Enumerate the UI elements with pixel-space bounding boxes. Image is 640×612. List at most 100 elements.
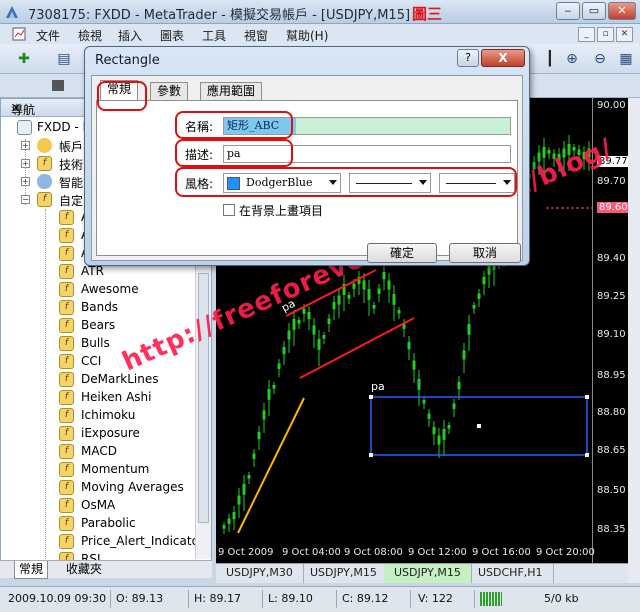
candle-body bbox=[457, 382, 461, 390]
indicator-icon: f bbox=[59, 462, 74, 477]
candle-body bbox=[482, 277, 486, 285]
tree-item-label: Bears bbox=[81, 318, 116, 332]
rectangle-annotation: pa bbox=[371, 380, 385, 393]
candle-body bbox=[542, 147, 546, 158]
price-label: 88.50 bbox=[597, 485, 626, 496]
close-window-button[interactable]: ✕ bbox=[608, 2, 636, 20]
tree-item-custom-indicator[interactable]: f MACD bbox=[1, 443, 193, 461]
mdi-restore-button[interactable]: ▫ bbox=[597, 27, 614, 42]
tree-item-custom-indicator[interactable]: f Moving Averages bbox=[1, 479, 193, 497]
candle-body bbox=[387, 280, 391, 290]
maximize-button[interactable]: ▭ bbox=[582, 2, 606, 20]
menu-view[interactable]: 檢視 bbox=[78, 27, 102, 44]
price-label: 88.35 bbox=[597, 524, 626, 535]
price-label: 88.95 bbox=[597, 370, 626, 381]
tree-item-custom-indicator[interactable]: f Heiken Ashi bbox=[1, 389, 193, 407]
candle-body bbox=[247, 475, 251, 479]
minimize-button[interactable]: ‒ bbox=[556, 2, 580, 20]
cancel-button[interactable]: 取消 bbox=[449, 243, 521, 263]
color-select[interactable]: DodgerBlue bbox=[223, 173, 341, 193]
menu-insert[interactable]: 插入 bbox=[118, 27, 142, 44]
mdi-close-button[interactable]: ✕ bbox=[616, 27, 633, 42]
menu-charts[interactable]: 圖表 bbox=[160, 27, 184, 44]
tree-item-custom-indicator[interactable]: f OsMA bbox=[1, 497, 193, 515]
draw-background-checkbox[interactable] bbox=[223, 204, 235, 216]
navigator-scrollbar[interactable] bbox=[195, 259, 211, 559]
tree-item-label: MACD bbox=[81, 444, 117, 458]
zoom-in-icon[interactable]: ⊕ bbox=[562, 49, 582, 69]
candle-body bbox=[297, 320, 301, 324]
candle-body bbox=[487, 265, 491, 275]
dialog-tab-visualization[interactable]: 應用範圍 bbox=[200, 82, 263, 100]
indicator-icon: f bbox=[59, 372, 74, 387]
chart-tab[interactable]: USDCHF,H1 bbox=[468, 564, 554, 583]
tree-item-label: Parabolic bbox=[81, 516, 136, 530]
description-input[interactable]: pa bbox=[223, 145, 511, 163]
custom-indicators-icon: f bbox=[37, 192, 52, 207]
tree-item-label: DeMarkLines bbox=[81, 372, 159, 386]
time-label: 9 Oct 12:00 bbox=[408, 547, 467, 558]
chart-tab-active[interactable]: USDJPY,M15 bbox=[384, 564, 472, 583]
menu-tools[interactable]: 工具 bbox=[202, 27, 226, 44]
tab-favorites[interactable]: 收藏夾 bbox=[62, 561, 106, 579]
menu-window[interactable]: 視窗 bbox=[244, 27, 268, 44]
tree-item-custom-indicator[interactable]: f DeMarkLines bbox=[1, 371, 193, 389]
collapse-icon[interactable]: − bbox=[21, 195, 30, 204]
candle-body bbox=[222, 525, 226, 529]
dialog-title: Rectangle bbox=[95, 53, 160, 68]
expert-advisors-icon bbox=[37, 174, 52, 189]
candle-body bbox=[292, 319, 296, 330]
tree-item-custom-indicator[interactable]: f Parabolic bbox=[1, 515, 193, 533]
line-width-select[interactable] bbox=[439, 173, 515, 193]
tree-item-label: Moving Averages bbox=[81, 480, 184, 494]
expand-icon[interactable]: + bbox=[21, 159, 30, 168]
indicators-icon: f bbox=[37, 156, 52, 171]
tab-common[interactable]: 常規 bbox=[14, 561, 49, 579]
dialog-tab-common[interactable]: 常規 bbox=[100, 80, 139, 101]
tree-item-custom-indicator[interactable]: f iExposure bbox=[1, 425, 193, 443]
candle-body bbox=[227, 518, 231, 524]
candle-body bbox=[377, 288, 381, 294]
stop-icon[interactable] bbox=[52, 80, 64, 91]
candle-body bbox=[277, 363, 281, 369]
time-label: 9 Oct 08:00 bbox=[344, 547, 403, 558]
price-label: 88.65 bbox=[597, 445, 626, 456]
tree-item-custom-indicator[interactable]: f Ichimoku bbox=[1, 407, 193, 425]
candle-body bbox=[412, 360, 416, 370]
tree-item-custom-indicator[interactable]: f Price_Alert_Indicator bbox=[1, 533, 204, 551]
new-chart-icon[interactable]: ✚ bbox=[14, 49, 34, 69]
profiles-icon[interactable]: ▤ bbox=[54, 49, 74, 69]
bar-chart-icon[interactable]: ┃ bbox=[540, 49, 560, 69]
mdi-minimize-button[interactable]: _ bbox=[578, 27, 595, 42]
line-style-select[interactable] bbox=[349, 173, 431, 193]
candle-body bbox=[467, 324, 471, 335]
tree-item-custom-indicator[interactable]: f Bands bbox=[1, 299, 193, 317]
zoom-out-icon[interactable]: ⊖ bbox=[590, 49, 610, 69]
ok-button[interactable]: 確定 bbox=[367, 243, 437, 263]
name-input[interactable]: 矩形_ABC bbox=[223, 117, 511, 135]
expand-icon[interactable]: + bbox=[21, 177, 30, 186]
tree-item-label: Bands bbox=[81, 300, 119, 314]
dialog-close-button[interactable]: X bbox=[481, 49, 525, 67]
candle-body bbox=[317, 339, 321, 350]
dialog-tab-parameters[interactable]: 參數 bbox=[150, 82, 189, 100]
connection-status-icon bbox=[480, 592, 502, 606]
indicator-icon: f bbox=[59, 336, 74, 351]
price-label: 89.60 bbox=[597, 202, 630, 213]
window-titlebar: 7308175: FXDD - MetaTrader - 模擬交易帳戶 - [U… bbox=[0, 0, 640, 24]
candle-body bbox=[362, 280, 366, 290]
time-label: 9 Oct 16:00 bbox=[472, 547, 531, 558]
tree-item-custom-indicator[interactable]: f Awesome bbox=[1, 281, 193, 299]
indicator-icon: f bbox=[59, 282, 74, 297]
candle-body bbox=[462, 350, 466, 360]
menu-file[interactable]: 文件 bbox=[36, 27, 60, 44]
chart-tab[interactable]: USDJPY,M30 bbox=[216, 564, 304, 583]
dialog-help-button[interactable]: ? bbox=[457, 49, 479, 67]
expand-icon[interactable]: + bbox=[21, 141, 30, 150]
tree-item-custom-indicator[interactable]: f Momentum bbox=[1, 461, 193, 479]
tile-windows-icon[interactable]: ▦ bbox=[616, 49, 636, 69]
menu-help[interactable]: 幫助(H) bbox=[286, 27, 328, 44]
status-low: L: 89.10 bbox=[268, 592, 313, 605]
price-label: 90.00 bbox=[597, 100, 626, 111]
chart-tab[interactable]: USDJPY,M15 bbox=[300, 564, 388, 583]
